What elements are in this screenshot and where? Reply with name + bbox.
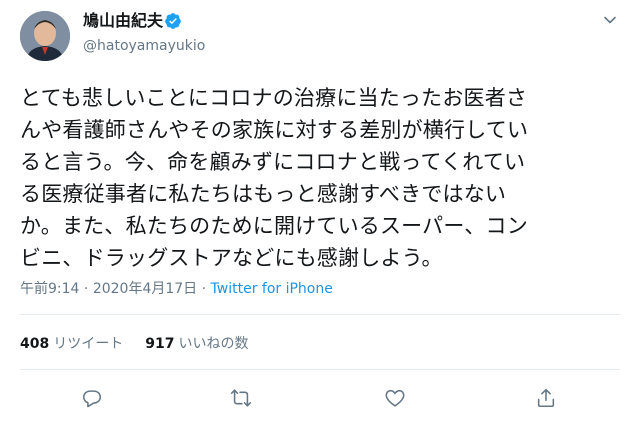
tweet-text-line: んや看護師さんやその家族に対する差別が横行してい: [20, 118, 529, 142]
tweet-date[interactable]: 2020年4月17日: [93, 281, 197, 297]
meta-separator: ·: [79, 281, 93, 297]
tweet-text-line: とても悲しいことにコロナの治療に当たったお医者さ: [20, 86, 528, 110]
display-name[interactable]: 鳩山由紀夫: [83, 11, 163, 31]
heart-icon[interactable]: [384, 387, 406, 409]
tweet-source-link[interactable]: Twitter for iPhone: [211, 281, 333, 297]
reply-icon[interactable]: [81, 387, 103, 409]
retweet-icon[interactable]: [230, 387, 252, 409]
like-stat[interactable]: 917 いいねの数: [145, 336, 248, 352]
divider: [20, 314, 620, 315]
retweet-count: 408: [20, 336, 50, 352]
tweet-text-line: る医療従事者に私たちはもっと感謝すべきではない: [20, 182, 507, 206]
meta-separator: ·: [197, 281, 211, 297]
divider: [20, 369, 620, 370]
tweet-stats: 408 リツイート 917 いいねの数: [20, 335, 248, 353]
retweet-label: リツイート: [53, 336, 124, 352]
share-icon[interactable]: [535, 387, 557, 409]
tweet-text-line: ビニ、ドラッグストアなどにも感謝しよう。: [20, 246, 443, 270]
tweet-time[interactable]: 午前9:14: [20, 281, 79, 297]
user-handle[interactable]: @hatoyamayukio: [83, 37, 205, 55]
verified-badge-icon: [164, 12, 182, 30]
avatar-photo: [20, 11, 70, 61]
like-label: いいねの数: [178, 336, 249, 352]
chevron-down-icon[interactable]: [602, 12, 618, 28]
tweet-card: 鳩山由紀夫 @hatoyamayukio とても悲しいことにコロナの治療に当たっ…: [0, 0, 640, 426]
tweet-metadata: 午前9:14 · 2020年4月17日 · Twitter for iPhone: [20, 280, 333, 298]
tweet-text-line: ると言う。今、命を顧みずにコロナと戦ってくれてい: [20, 150, 526, 174]
tweet-text: とても悲しいことにコロナの治療に当たったお医者さ んや看護師さんやその家族に対す…: [20, 82, 620, 274]
retweet-stat[interactable]: 408 リツイート: [20, 336, 123, 352]
tweet-text-line: か。また、私たちのために開けているスーパー、コン: [20, 214, 528, 238]
like-count: 917: [145, 336, 175, 352]
avatar[interactable]: [20, 11, 70, 61]
